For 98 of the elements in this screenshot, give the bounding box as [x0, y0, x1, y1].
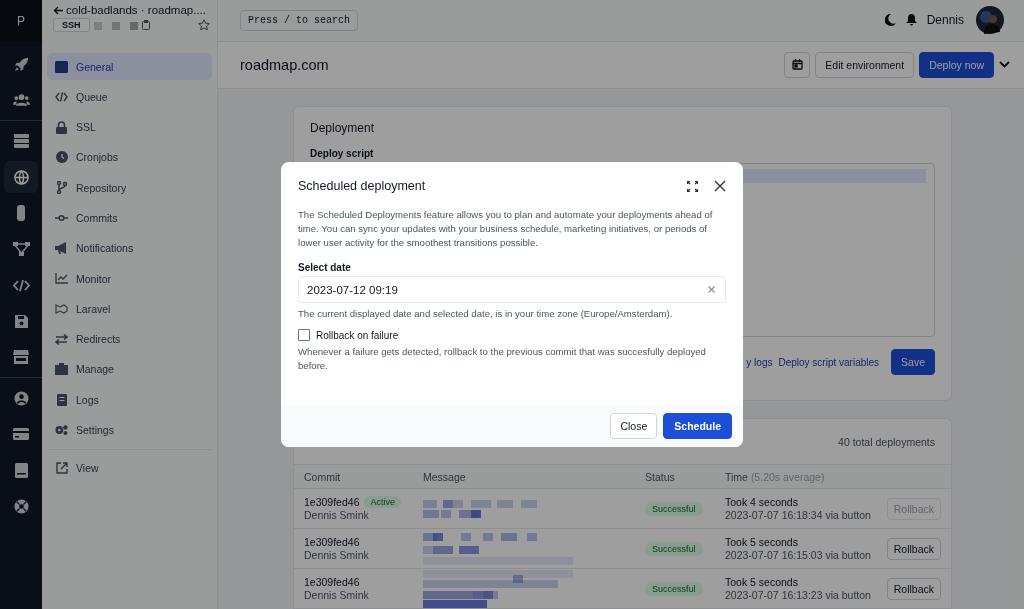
calendar-button[interactable] [784, 51, 811, 78]
book-icon [14, 462, 28, 478]
moon-icon[interactable] [884, 14, 896, 27]
user-circle-icon [13, 390, 29, 406]
dialog-title: Scheduled deployment [298, 179, 427, 193]
gears-icon [55, 424, 68, 437]
sidebar-item[interactable]: Settings [47, 416, 212, 444]
branch-icon [55, 181, 68, 195]
commit-hash: 1e309fed46 [304, 536, 360, 548]
deployment-count: 40 total deployments [838, 435, 935, 448]
field-label: Select date [298, 262, 352, 273]
card-title: Deployment [310, 121, 376, 135]
sidebar-item[interactable]: SSL [47, 113, 212, 141]
dialog-description: The Scheduled Deployments feature allows you to plan and automate your deployments ahead of time. You can sync your updates with your business schedule, marketing initiatives, or periods of lower user activity for the smoothest transitions possible. [298, 208, 714, 250]
duration-text: Took 5 seconds [725, 536, 799, 548]
column-header: Commit [304, 470, 342, 483]
field-hint: Whenever a failure gets detected, rollback to the previous commit that was succesfully deployed before. [298, 345, 707, 373]
schedule-button[interactable]: Schedule [663, 413, 732, 439]
timestamp-text: 2023-07-07 16:15:03 via button [725, 549, 871, 561]
chart-icon [55, 273, 68, 285]
sidebar-item[interactable]: View [47, 454, 212, 482]
search-shortcut[interactable]: Press / to search [240, 9, 359, 31]
star-icon[interactable] [198, 19, 210, 31]
code-icon [55, 91, 68, 102]
user-name[interactable]: Dennis [926, 13, 964, 28]
back-arrow-icon[interactable] [53, 5, 63, 15]
chevron-down-icon[interactable] [999, 61, 1010, 69]
duration-text: Took 4 seconds [725, 496, 799, 508]
close-icon[interactable] [714, 180, 726, 192]
code-icon [12, 278, 30, 292]
rollback-button[interactable]: Rollback [886, 577, 941, 600]
save-button[interactable]: Save [891, 349, 935, 375]
site-title: cold-badlands · roadmap.... [66, 4, 206, 16]
clear-icon[interactable] [708, 286, 715, 293]
external-link-icon [55, 462, 68, 475]
megaphone-icon [55, 242, 68, 255]
expand-icon[interactable] [687, 180, 698, 192]
column-header: Status [645, 470, 676, 483]
author-name: Dennis Smink [304, 549, 370, 561]
window-icon [55, 60, 68, 73]
server-icon [13, 134, 29, 148]
sidebar-item[interactable]: Cronjobs [47, 143, 212, 171]
app-logo[interactable]: P [0, 0, 42, 42]
arrows-icon [55, 333, 68, 345]
globe-icon [13, 169, 29, 185]
column-header: Time (5.20s average) [725, 470, 826, 483]
sidebar-item[interactable]: Redirects [47, 325, 212, 353]
text-link[interactable]: y logs [746, 356, 773, 368]
commit-icon [55, 214, 68, 222]
users-icon [12, 93, 30, 107]
close-button[interactable]: Close [610, 413, 658, 439]
commit-hash: 1e309fed46 [304, 576, 360, 588]
sidebar-item[interactable]: Queue [47, 83, 212, 111]
commit-hash: 1e309fed46 [304, 496, 360, 508]
rail-item[interactable] [4, 161, 38, 193]
field-hint: The current displayed date and selected date, is in your time zone (Europe/Amsterdam). [298, 307, 674, 321]
clock-icon [55, 151, 68, 164]
edit-environment-button[interactable]: Edit environment [815, 51, 915, 78]
page-title: roadmap.com [240, 56, 329, 73]
author-name: Dennis Smink [304, 589, 370, 601]
author-name: Dennis Smink [304, 509, 370, 521]
sidebar-item[interactable]: Laravel [47, 295, 212, 323]
status-badge: Successful [645, 541, 703, 556]
status-badge: Successful [645, 581, 703, 596]
timestamp-text: 2023-07-07 16:13:23 via button [725, 589, 871, 601]
pixelated-text [93, 19, 138, 31]
clipboard-icon[interactable] [141, 20, 150, 30]
sidebar-item[interactable]: Monitor [47, 265, 212, 293]
rocket-icon [13, 56, 29, 72]
sidebar-item[interactable]: Commits [47, 204, 212, 232]
text-link[interactable]: Deploy script variables [778, 356, 880, 368]
date-field[interactable]: 2023-07-12 09:19 [298, 276, 726, 303]
timestamp-text: 2023-07-07 16:18:34 via button [725, 509, 871, 521]
lifebuoy-icon [13, 498, 29, 514]
status-badge: Successful [645, 501, 703, 516]
calendar-icon [791, 59, 803, 71]
sidebar-item[interactable]: Repository [47, 174, 212, 202]
duration-text: Took 5 seconds [725, 576, 799, 588]
field-label: Deploy script [310, 148, 375, 159]
ssh-badge[interactable]: SSH [53, 18, 90, 32]
avatar[interactable] [976, 6, 1004, 35]
credit-card-icon [13, 428, 29, 440]
sidebar-item[interactable]: Logs [47, 386, 212, 414]
checkbox-label[interactable]: Rollback on failure [316, 329, 399, 341]
rollback-button[interactable]: Rollback [886, 537, 941, 560]
clipboard-icon [55, 393, 68, 407]
sidebar-item[interactable]: General [47, 53, 212, 80]
bell-icon[interactable] [905, 14, 917, 27]
network-icon [12, 242, 30, 256]
briefcase-icon [55, 363, 68, 376]
sidebar-item[interactable]: Notifications [47, 234, 212, 262]
lock-icon [55, 120, 68, 134]
status-badge: Active [364, 496, 401, 508]
deploy-now-button[interactable]: Deploy now [919, 51, 994, 78]
store-icon [13, 350, 29, 364]
checkbox[interactable] [298, 329, 310, 341]
column-header: Message [423, 470, 467, 483]
sidebar-item[interactable]: Manage [47, 355, 212, 383]
